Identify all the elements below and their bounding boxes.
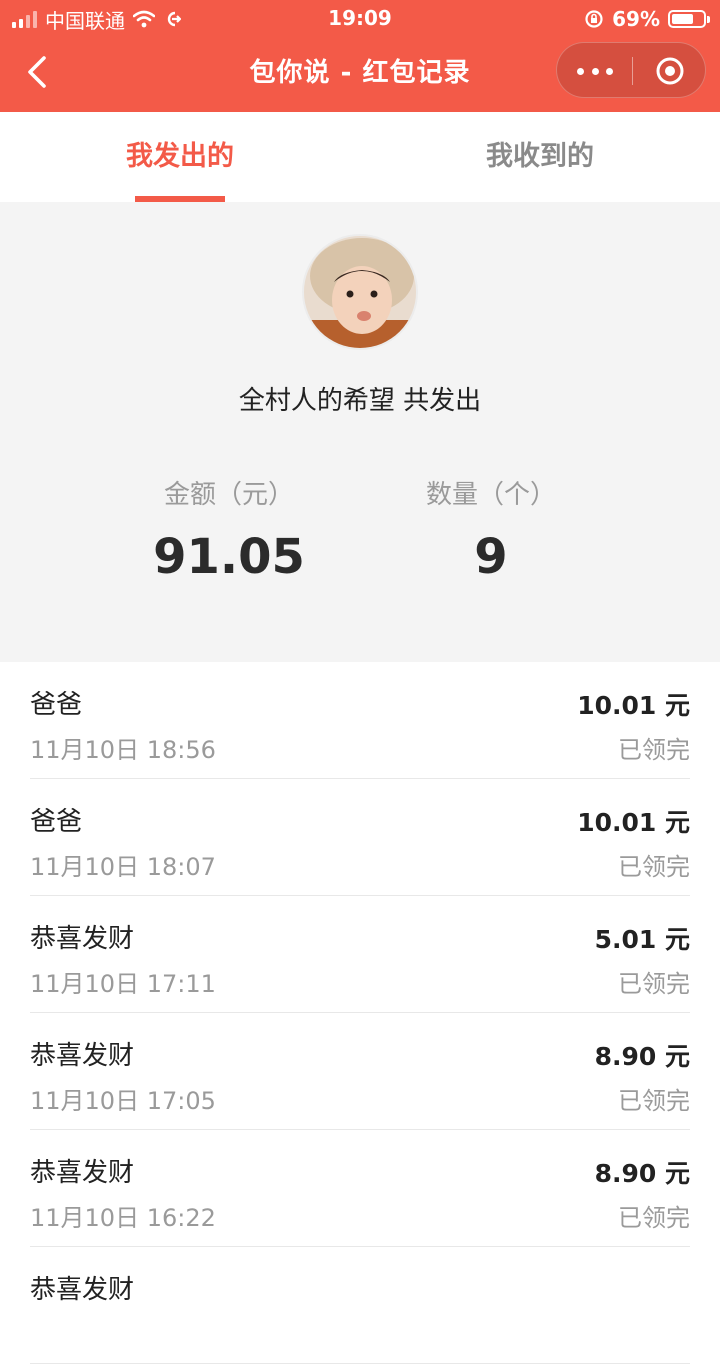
record-time: 11月10日 16:22 xyxy=(30,1204,216,1232)
record-status: 已领完 xyxy=(618,970,690,998)
record-status: 已领完 xyxy=(618,853,690,881)
list-item[interactable]: 恭喜发财 11月10日 17:05 8.90 元 已领完 xyxy=(30,1013,690,1130)
rotation-lock-icon xyxy=(585,10,603,28)
record-status: 已领完 xyxy=(618,1087,690,1115)
list-item[interactable]: 爸爸 11月10日 18:07 10.01 元 已领完 xyxy=(30,779,690,896)
status-bar: 中国联通 19:09 69% xyxy=(0,0,720,38)
count-value: 9 xyxy=(474,529,508,585)
summary-panel: 全村人的希望 共发出 金额（元） 91.05 数量（个） 9 xyxy=(0,202,720,662)
more-dots-icon[interactable] xyxy=(577,57,613,85)
sender-text: 全村人的希望 共发出 xyxy=(238,386,482,416)
record-amount: 5.01 元 xyxy=(594,925,690,954)
count-stat: 数量（个） 9 xyxy=(391,474,591,585)
record-name: 恭喜发财 xyxy=(30,1275,135,1305)
miniprogram-capsule xyxy=(556,42,706,98)
count-label: 数量（个） xyxy=(425,480,556,510)
record-name: 爸爸 xyxy=(30,690,83,720)
tab-received[interactable]: 我收到的 xyxy=(360,112,720,202)
record-name: 爸爸 xyxy=(30,807,83,837)
avatar xyxy=(302,234,418,350)
sender-line: 全村人的希望 共发出 xyxy=(0,380,720,417)
list-item[interactable]: 恭喜发财 11月10日 16:22 8.90 元 已领完 xyxy=(30,1130,690,1247)
battery-icon xyxy=(668,10,710,28)
amount-stat: 金额（元） 91.05 xyxy=(129,474,329,585)
record-amount: 10.01 元 xyxy=(577,691,690,720)
list-item[interactable]: 爸爸 11月10日 18:56 10.01 元 已领完 xyxy=(30,662,690,779)
record-amount: 10.01 元 xyxy=(577,808,690,837)
record-name: 恭喜发财 xyxy=(30,924,135,954)
list-item[interactable]: 恭喜发财 xyxy=(30,1247,690,1364)
record-name: 恭喜发财 xyxy=(30,1041,135,1071)
header: 中国联通 19:09 69% 包你说 - 红包记录 xyxy=(0,0,720,112)
record-name: 恭喜发财 xyxy=(30,1158,135,1188)
record-amount: 8.90 元 xyxy=(594,1159,690,1188)
tab-bar: 我发出的 我收到的 xyxy=(0,112,720,202)
record-time: 11月10日 17:05 xyxy=(30,1087,216,1115)
avatar-image xyxy=(304,236,416,348)
amount-value: 91.05 xyxy=(153,529,305,585)
amount-label: 金额（元） xyxy=(163,480,294,510)
record-status: 已领完 xyxy=(618,1204,690,1232)
nav-bar: 包你说 - 红包记录 xyxy=(0,38,720,112)
battery-percent: 69% xyxy=(612,7,660,31)
record-time: 11月10日 18:56 xyxy=(30,736,216,764)
tab-sent[interactable]: 我发出的 xyxy=(0,112,360,202)
list-item[interactable]: 恭喜发财 11月10日 17:11 5.01 元 已领完 xyxy=(30,896,690,1013)
record-time: 11月10日 18:07 xyxy=(30,853,216,881)
record-status: 已领完 xyxy=(618,736,690,764)
record-time: 11月10日 17:11 xyxy=(30,970,216,998)
record-list: 爸爸 11月10日 18:56 10.01 元 已领完 爸爸 11月10日 18… xyxy=(0,662,720,1364)
close-target-icon[interactable] xyxy=(655,56,685,86)
record-amount: 8.90 元 xyxy=(594,1042,690,1071)
